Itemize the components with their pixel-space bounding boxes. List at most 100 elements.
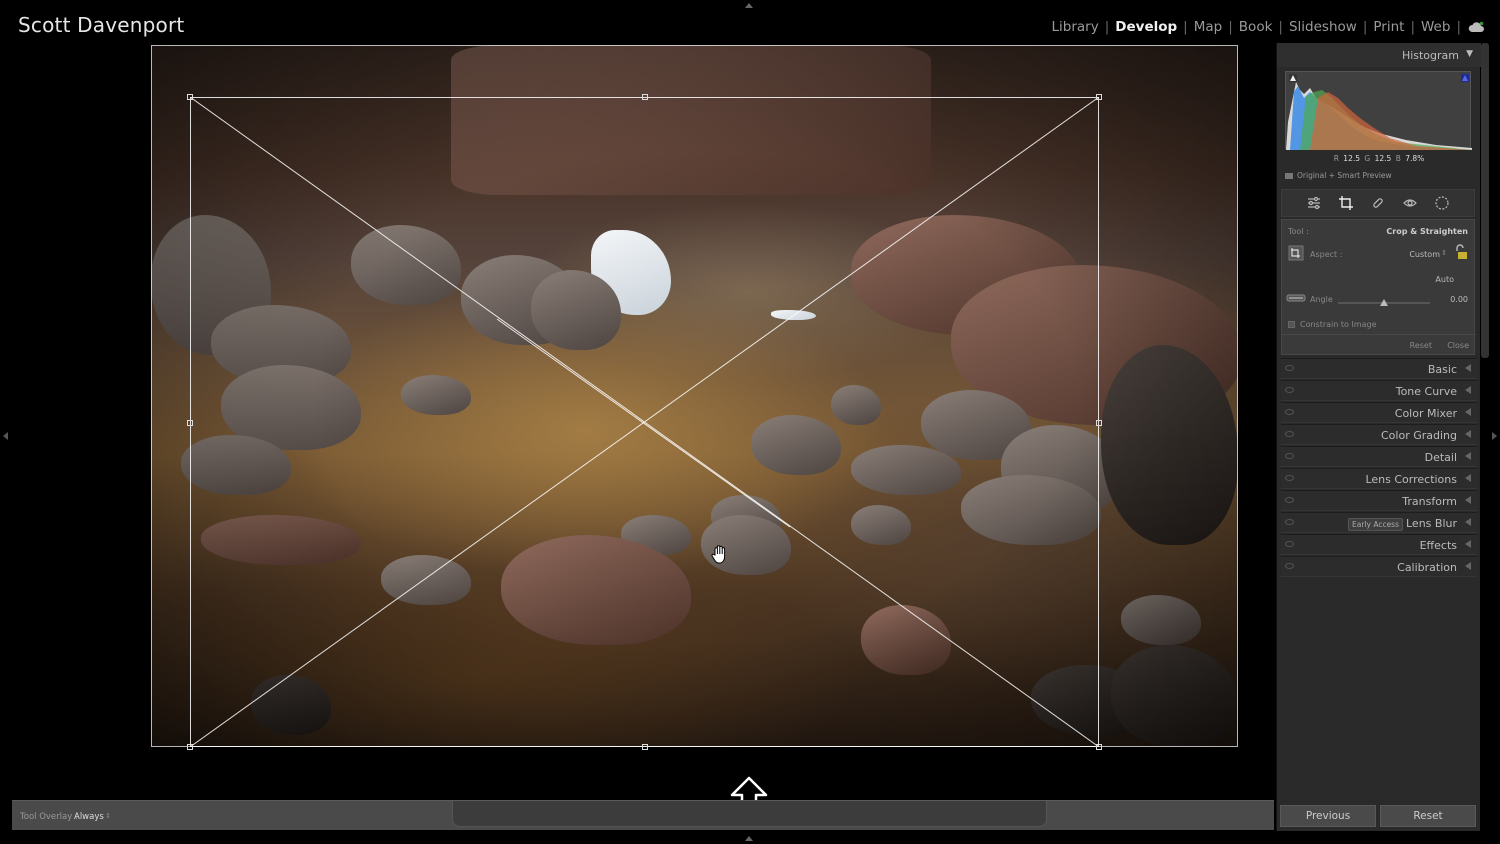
aspect-label: Aspect : bbox=[1310, 250, 1343, 259]
histogram-header[interactable]: Histogram ▼ bbox=[1277, 43, 1481, 67]
crop-handle-top-right[interactable] bbox=[1096, 94, 1102, 100]
panel-lens-corrections[interactable]: Lens Corrections bbox=[1281, 468, 1477, 489]
aspect-select[interactable]: Custom bbox=[1409, 250, 1440, 259]
histogram-curve bbox=[1286, 74, 1472, 150]
visibility-eye-icon[interactable] bbox=[1285, 453, 1294, 459]
right-panel: Histogram ▼ R 12.5 G 12.5 B 7.8% Origina… bbox=[1276, 43, 1481, 831]
module-separator: | bbox=[1456, 19, 1461, 35]
crop-reset-button[interactable]: Reset bbox=[1410, 341, 1432, 350]
panel-tone-curve[interactable]: Tone Curve bbox=[1281, 380, 1477, 401]
visibility-eye-icon[interactable] bbox=[1285, 387, 1294, 393]
histogram-rgb-readout: R 12.5 G 12.5 B 7.8% bbox=[1333, 154, 1425, 163]
histogram-title: Histogram bbox=[1401, 49, 1459, 62]
expand-triangle-icon[interactable] bbox=[1465, 496, 1471, 504]
expand-left-panel-arrow-icon[interactable] bbox=[3, 432, 8, 440]
visibility-eye-icon[interactable] bbox=[1285, 365, 1294, 371]
crop-handle-left[interactable] bbox=[187, 420, 193, 426]
panel-effects[interactable]: Effects bbox=[1281, 534, 1477, 555]
crop-handle-bottom[interactable] bbox=[642, 744, 648, 750]
expand-triangle-icon[interactable] bbox=[1465, 474, 1471, 482]
histogram-graph[interactable] bbox=[1285, 71, 1472, 150]
panel-detail[interactable]: Detail bbox=[1281, 446, 1477, 467]
panel-basic-label: Basic bbox=[1427, 363, 1457, 376]
crop-close-button[interactable]: Close bbox=[1447, 341, 1469, 350]
angle-value[interactable]: 0.00 bbox=[1450, 295, 1468, 304]
panel-transform-label: Transform bbox=[1402, 495, 1457, 508]
module-web[interactable]: Web bbox=[1416, 19, 1455, 35]
toolbar-filmstrip-tab[interactable] bbox=[452, 801, 1047, 827]
crop-panel-footer: Reset Close bbox=[1282, 334, 1476, 356]
early-access-badge: Early Access bbox=[1348, 518, 1403, 531]
identity-plate: Scott Davenport bbox=[18, 13, 185, 37]
expand-triangle-icon[interactable] bbox=[1465, 540, 1471, 548]
module-map[interactable]: Map bbox=[1189, 19, 1228, 35]
tool-overlay-label: Tool Overlay : bbox=[20, 812, 78, 822]
visibility-eye-icon[interactable] bbox=[1285, 431, 1294, 437]
hand-cursor-icon bbox=[711, 545, 726, 564]
module-library[interactable]: Library bbox=[1047, 19, 1104, 35]
edit-sliders-icon[interactable] bbox=[1306, 195, 1322, 211]
visibility-eye-icon[interactable] bbox=[1285, 409, 1294, 415]
angle-slider-knob[interactable] bbox=[1380, 299, 1388, 306]
expand-triangle-icon[interactable] bbox=[1465, 430, 1471, 438]
collapse-right-panel-arrow-icon[interactable] bbox=[1492, 432, 1497, 440]
module-book[interactable]: Book bbox=[1234, 19, 1278, 35]
reset-button[interactable]: Reset bbox=[1380, 805, 1476, 827]
expand-triangle-icon[interactable] bbox=[1465, 518, 1471, 526]
right-panel-scrollbar[interactable] bbox=[1481, 43, 1489, 358]
crop-rectangle[interactable] bbox=[187, 94, 1102, 750]
crop-handle-bottom-right[interactable] bbox=[1096, 744, 1102, 750]
module-slideshow[interactable]: Slideshow bbox=[1284, 19, 1362, 35]
visibility-eye-icon[interactable] bbox=[1285, 563, 1294, 569]
angle-label: Angle bbox=[1310, 295, 1333, 304]
crop-handle-top[interactable] bbox=[642, 94, 648, 100]
panel-lens-blur[interactable]: Early Access Lens Blur bbox=[1281, 512, 1477, 533]
module-picker: Library | Develop | Map | Book | Slidesh… bbox=[1047, 19, 1484, 35]
panel-calibration-label: Calibration bbox=[1397, 561, 1457, 574]
aspect-lock-icon[interactable] bbox=[1454, 244, 1468, 260]
healing-brush-icon[interactable] bbox=[1370, 195, 1386, 211]
expand-triangle-icon[interactable] bbox=[1465, 452, 1471, 460]
toolbar: Tool Overlay : Always ⇕ bbox=[12, 800, 1274, 830]
expand-triangle-icon[interactable] bbox=[1465, 364, 1471, 372]
expand-triangle-icon[interactable] bbox=[1465, 562, 1471, 570]
straighten-level-icon[interactable] bbox=[1286, 290, 1306, 306]
expand-triangle-icon[interactable] bbox=[1465, 408, 1471, 416]
constrain-to-image-checkbox[interactable] bbox=[1288, 321, 1295, 328]
previous-button[interactable]: Previous bbox=[1280, 805, 1376, 827]
auto-straighten-button[interactable]: Auto bbox=[1435, 275, 1454, 284]
crop-frame-tool-icon[interactable] bbox=[1288, 245, 1304, 261]
module-develop[interactable]: Develop bbox=[1110, 19, 1182, 35]
visibility-eye-icon[interactable] bbox=[1285, 497, 1294, 503]
collapse-top-panel-arrow-icon[interactable] bbox=[745, 3, 753, 8]
smart-preview-status[interactable]: Original + Smart Preview bbox=[1285, 171, 1392, 180]
tool-value: Crop & Straighten bbox=[1386, 227, 1468, 236]
module-print[interactable]: Print bbox=[1368, 19, 1409, 35]
masking-icon[interactable] bbox=[1434, 195, 1450, 211]
visibility-eye-icon[interactable] bbox=[1285, 519, 1294, 525]
panel-color-grading[interactable]: Color Grading bbox=[1281, 424, 1477, 445]
red-eye-icon[interactable] bbox=[1402, 195, 1418, 211]
angle-slider[interactable] bbox=[1338, 299, 1430, 306]
crop-handle-right[interactable] bbox=[1096, 420, 1102, 426]
constrain-to-image-label: Constrain to Image bbox=[1300, 320, 1377, 329]
cloud-sync-icon[interactable] bbox=[1468, 21, 1484, 33]
collapse-triangle-icon[interactable]: ▼ bbox=[1466, 49, 1473, 59]
panel-basic[interactable]: Basic bbox=[1281, 358, 1477, 379]
expand-filmstrip-arrow-icon[interactable] bbox=[745, 836, 753, 841]
image-canvas[interactable] bbox=[12, 43, 1274, 816]
expand-triangle-icon[interactable] bbox=[1465, 386, 1471, 394]
crop-icon[interactable] bbox=[1338, 195, 1354, 211]
panel-lens-blur-label: Lens Blur bbox=[1406, 517, 1457, 530]
crop-handle-top-left[interactable] bbox=[187, 94, 193, 100]
tool-label: Tool : bbox=[1288, 227, 1309, 236]
crop-handle-bottom-left[interactable] bbox=[187, 744, 193, 750]
panel-color-mixer[interactable]: Color Mixer bbox=[1281, 402, 1477, 423]
visibility-eye-icon[interactable] bbox=[1285, 475, 1294, 481]
panel-calibration[interactable]: Calibration bbox=[1281, 556, 1477, 577]
panel-transform[interactable]: Transform bbox=[1281, 490, 1477, 511]
crop-straighten-panel: Tool : Crop & Straighten Aspect : Custom… bbox=[1281, 219, 1476, 356]
tool-overlay-select[interactable]: Always bbox=[74, 812, 104, 822]
panel-detail-label: Detail bbox=[1424, 451, 1457, 464]
visibility-eye-icon[interactable] bbox=[1285, 541, 1294, 547]
